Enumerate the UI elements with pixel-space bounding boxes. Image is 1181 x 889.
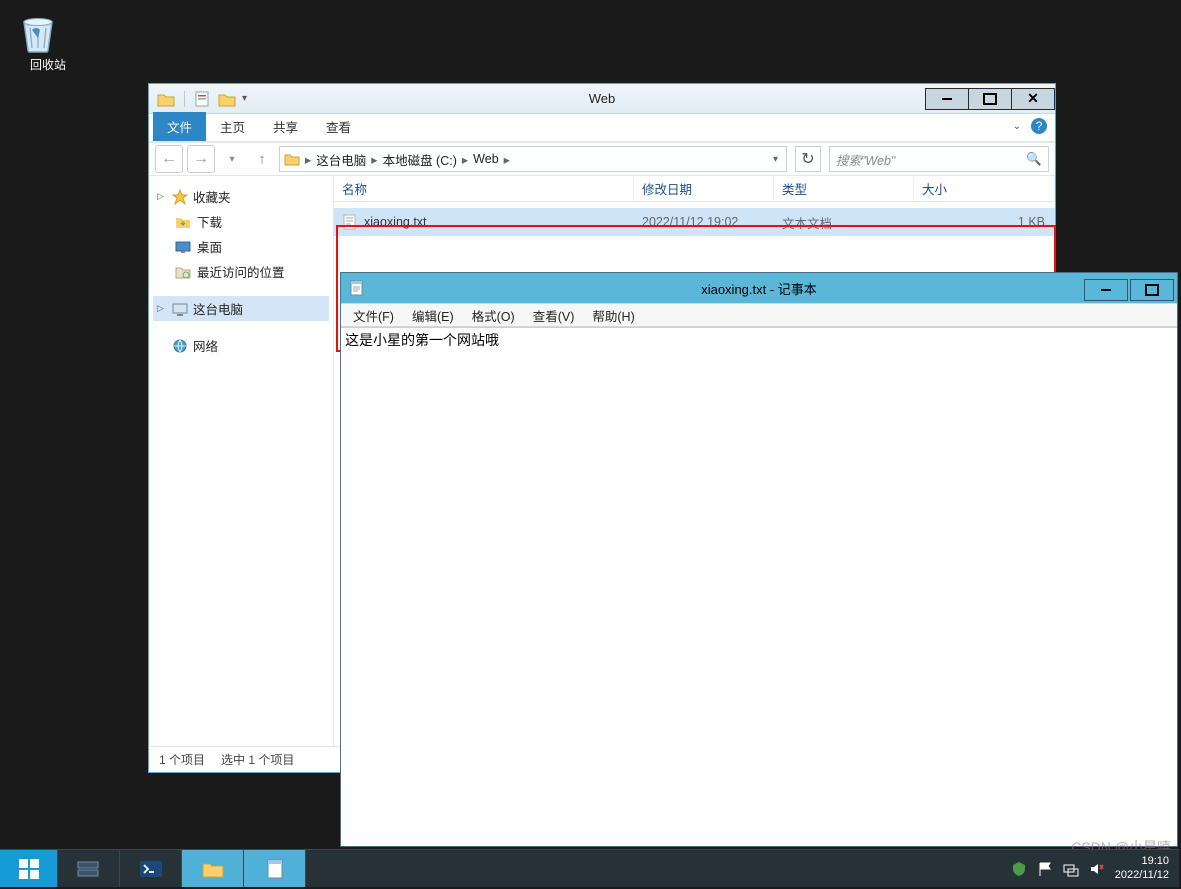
file-date: 2022/11/12 19:02	[634, 215, 774, 229]
notepad-titlebar[interactable]: xiaoxing.txt - 记事本	[341, 273, 1177, 303]
security-icon[interactable]	[1011, 861, 1027, 877]
notepad-icon	[349, 280, 365, 296]
folder-icon	[157, 90, 175, 108]
status-selection: 选中 1 个项目	[221, 751, 294, 768]
sidebar-network[interactable]: ▷ 网络	[153, 333, 329, 358]
network-icon	[172, 338, 188, 354]
col-size[interactable]: 大小	[914, 176, 1055, 201]
explorer-icon	[200, 858, 226, 880]
taskbar: 19:10 2022/11/12	[0, 849, 1179, 887]
col-type[interactable]: 类型	[774, 176, 914, 201]
col-name[interactable]: 名称	[334, 176, 634, 201]
up-button[interactable]: ↑	[249, 146, 275, 172]
breadcrumb[interactable]: ▸ 这台电脑 ▸ 本地磁盘 (C:) ▸ Web ▸ ▾	[279, 146, 787, 172]
help-icon[interactable]: ?	[1031, 118, 1047, 134]
sidebar-this-pc[interactable]: ▷ 这台电脑	[153, 296, 329, 321]
search-input[interactable]: 搜索"Web" 🔍	[829, 146, 1049, 172]
recent-icon	[175, 264, 191, 280]
download-icon	[175, 214, 191, 230]
breadcrumb-drive[interactable]: 本地磁盘 (C:)	[383, 150, 457, 169]
notepad-window: xiaoxing.txt - 记事本 文件(F) 编辑(E) 格式(O) 查看(…	[340, 272, 1178, 847]
properties-icon[interactable]	[194, 90, 212, 108]
breadcrumb-pc[interactable]: 这台电脑	[316, 150, 366, 169]
taskbar-server-manager[interactable]	[58, 850, 120, 887]
nav-bar: ← → ▾ ↑ ▸ 这台电脑 ▸ 本地磁盘 (C:) ▸ Web ▸ ▾ ↻ 搜…	[149, 142, 1055, 176]
tab-home[interactable]: 主页	[206, 112, 259, 141]
breadcrumb-folder[interactable]: Web	[473, 152, 498, 166]
tray-date: 2022/11/12	[1115, 869, 1169, 882]
maximize-button[interactable]	[968, 88, 1012, 110]
notepad-minimize-button[interactable]	[1084, 279, 1128, 301]
back-button[interactable]: ←	[155, 145, 183, 173]
taskbar-explorer[interactable]	[182, 850, 244, 887]
windows-logo-icon	[18, 858, 40, 880]
close-button[interactable]	[1011, 88, 1055, 110]
desktop-icon	[175, 239, 191, 255]
notepad-title: xiaoxing.txt - 记事本	[701, 279, 817, 298]
search-icon: 🔍	[1026, 152, 1042, 167]
status-count: 1 个项目	[159, 751, 205, 768]
recent-locations-icon[interactable]: ▾	[219, 146, 245, 172]
menu-format[interactable]: 格式(O)	[464, 304, 523, 327]
ribbon-expand-icon[interactable]: ⌄	[1013, 121, 1021, 132]
col-date[interactable]: 修改日期	[634, 176, 774, 201]
sidebar-desktop[interactable]: 桌面	[153, 234, 329, 259]
recycle-bin-icon	[14, 8, 62, 56]
notepad-taskbar-icon	[264, 858, 286, 880]
notepad-maximize-button[interactable]	[1130, 279, 1174, 301]
sidebar-favorites[interactable]: ▷ 收藏夹	[153, 184, 329, 209]
taskbar-powershell[interactable]	[120, 850, 182, 887]
text-file-icon	[342, 214, 358, 230]
notepad-content[interactable]: 这是小星的第一个网站哦	[341, 327, 1177, 846]
network-tray-icon[interactable]	[1063, 861, 1079, 877]
sidebar-recent[interactable]: 最近访问的位置	[153, 259, 329, 284]
file-name: xiaoxing.txt	[364, 215, 427, 229]
powershell-icon	[138, 858, 164, 880]
new-folder-icon[interactable]	[218, 90, 236, 108]
minimize-button[interactable]	[925, 88, 969, 110]
desktop-recycle-bin[interactable]: 回收站	[14, 8, 82, 73]
system-tray: 19:10 2022/11/12	[1001, 850, 1179, 887]
qat-dropdown-icon[interactable]: ▾	[242, 93, 247, 104]
notepad-menubar: 文件(F) 编辑(E) 格式(O) 查看(V) 帮助(H)	[341, 303, 1177, 327]
menu-file[interactable]: 文件(F)	[345, 304, 402, 327]
flag-icon[interactable]	[1037, 861, 1053, 877]
column-headers[interactable]: 名称 修改日期 类型 大小	[334, 176, 1055, 202]
ribbon-tabs: 文件 主页 共享 查看 ⌄ ?	[149, 114, 1055, 142]
tray-time: 19:10	[1115, 855, 1169, 868]
menu-edit[interactable]: 编辑(E)	[404, 304, 462, 327]
explorer-title: Web	[589, 91, 616, 106]
sound-icon[interactable]	[1089, 861, 1105, 877]
tab-share[interactable]: 共享	[259, 112, 312, 141]
sidebar: ▷ 收藏夹 下载 桌面 最近访问的位置	[149, 176, 334, 746]
recycle-bin-label: 回收站	[14, 56, 82, 73]
menu-help[interactable]: 帮助(H)	[584, 304, 642, 327]
start-button[interactable]	[0, 850, 58, 887]
refresh-button[interactable]: ↻	[795, 146, 821, 172]
file-size: 1 KB	[914, 215, 1055, 229]
tab-view[interactable]: 查看	[312, 112, 365, 141]
pc-icon	[172, 301, 188, 317]
menu-view[interactable]: 查看(V)	[525, 304, 583, 327]
file-type: 文本文档	[774, 213, 914, 232]
folder-icon	[284, 151, 300, 167]
explorer-titlebar[interactable]: ▾ Web	[149, 84, 1055, 114]
tray-clock[interactable]: 19:10 2022/11/12	[1115, 855, 1169, 881]
search-placeholder: 搜索"Web"	[836, 150, 895, 169]
forward-button[interactable]: →	[187, 145, 215, 173]
star-icon	[172, 189, 188, 205]
server-manager-icon	[76, 858, 102, 880]
chevron-down-icon[interactable]: ▾	[773, 154, 778, 165]
file-row[interactable]: xiaoxing.txt 2022/11/12 19:02 文本文档 1 KB	[334, 208, 1055, 236]
sidebar-downloads[interactable]: 下载	[153, 209, 329, 234]
tab-file[interactable]: 文件	[153, 112, 206, 141]
taskbar-notepad[interactable]	[244, 850, 306, 887]
